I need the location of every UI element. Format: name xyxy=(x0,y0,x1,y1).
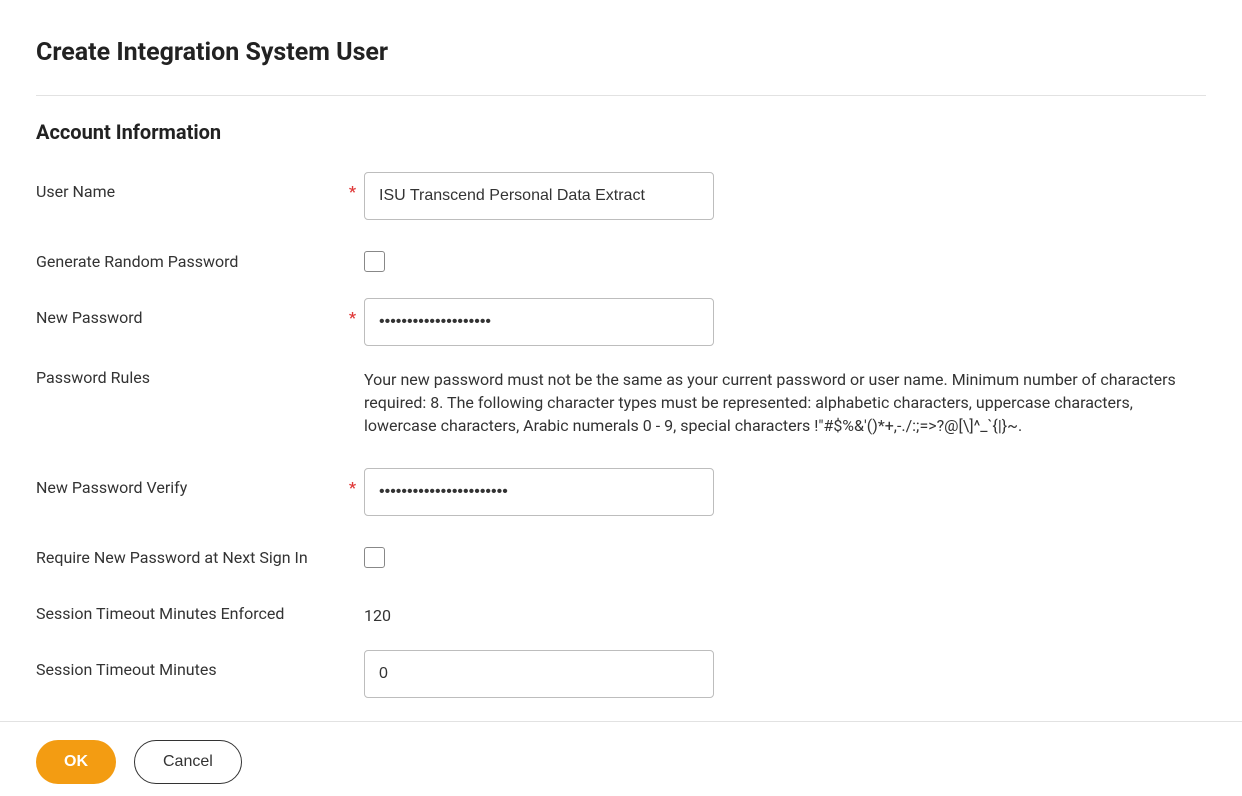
session-timeout-minutes-field[interactable] xyxy=(364,650,714,698)
user-name-field[interactable] xyxy=(364,172,714,220)
row-user-name: User Name * xyxy=(36,172,1206,220)
label-generate-random-password: Generate Random Password xyxy=(36,252,238,273)
page-content: Create Integration System User Account I… xyxy=(0,0,1242,750)
ok-button[interactable]: OK xyxy=(36,740,116,784)
row-generate-random-password: Generate Random Password xyxy=(36,242,1206,276)
label-session-timeout-minutes: Session Timeout Minutes xyxy=(36,660,217,681)
password-rules-text: Your new password must not be the same a… xyxy=(364,368,1204,438)
label-user-name: User Name xyxy=(36,182,115,203)
label-new-password-verify: New Password Verify xyxy=(36,478,187,499)
require-new-password-checkbox[interactable] xyxy=(364,547,385,568)
section-title: Account Information xyxy=(36,120,1206,144)
row-password-rules: Password Rules Your new password must no… xyxy=(36,368,1206,438)
label-password-rules: Password Rules xyxy=(36,368,150,389)
row-new-password-verify: New Password Verify * xyxy=(36,468,1206,516)
title-divider xyxy=(36,95,1206,96)
generate-random-password-checkbox[interactable] xyxy=(364,251,385,272)
cancel-button[interactable]: Cancel xyxy=(134,740,242,784)
page-title: Create Integration System User xyxy=(36,38,1206,67)
label-session-timeout-enforced: Session Timeout Minutes Enforced xyxy=(36,604,284,625)
row-new-password: New Password * xyxy=(36,298,1206,346)
required-indicator: * xyxy=(349,182,356,201)
required-indicator: * xyxy=(349,478,356,497)
new-password-verify-field[interactable] xyxy=(364,468,714,516)
row-require-new-password: Require New Password at Next Sign In xyxy=(36,538,1206,572)
session-timeout-enforced-value: 120 xyxy=(364,594,1206,628)
row-session-timeout-minutes: Session Timeout Minutes xyxy=(36,650,1206,698)
row-session-timeout-enforced: Session Timeout Minutes Enforced 120 xyxy=(36,594,1206,628)
footer-actions: OK Cancel xyxy=(0,721,1242,796)
label-new-password: New Password xyxy=(36,308,143,329)
label-require-new-password: Require New Password at Next Sign In xyxy=(36,548,308,569)
new-password-field[interactable] xyxy=(364,298,714,346)
required-indicator: * xyxy=(349,308,356,327)
